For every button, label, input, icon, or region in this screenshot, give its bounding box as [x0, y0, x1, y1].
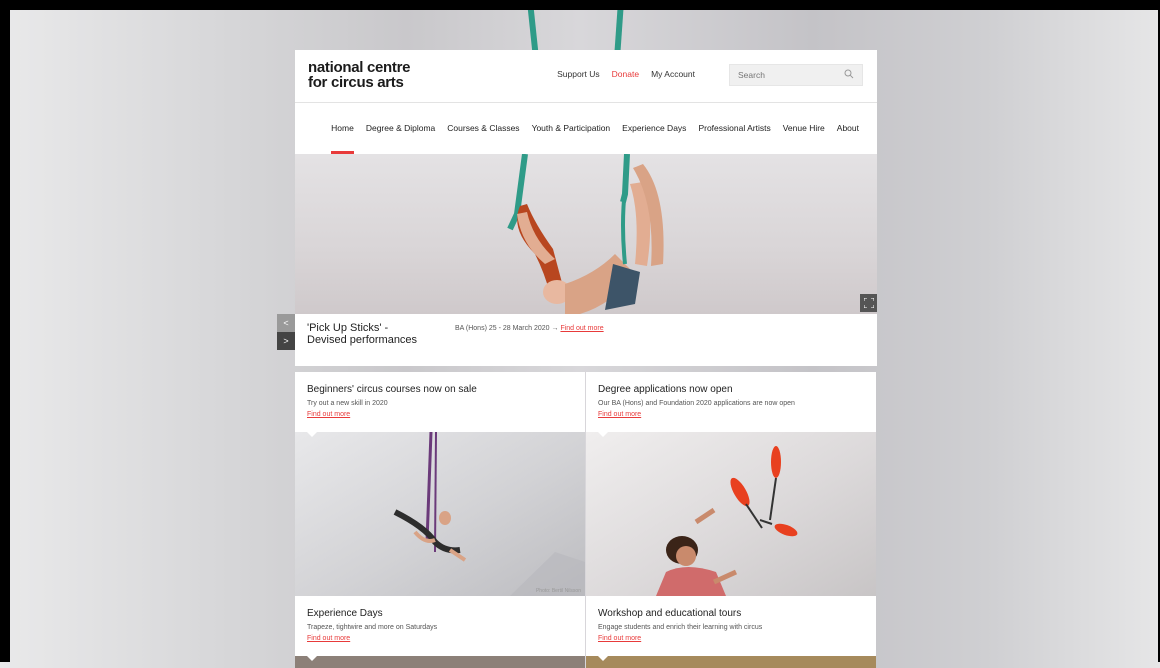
card-degree-applications: Degree applications now open Our BA (Hon…	[586, 372, 876, 437]
slide-find-out-more-link[interactable]: Find out more	[560, 325, 603, 332]
nav-youth-participation[interactable]: Youth & Participation	[532, 123, 611, 133]
hero-image	[295, 154, 877, 314]
fullscreen-button[interactable]	[860, 294, 877, 312]
slider-next-button[interactable]: >	[277, 332, 295, 350]
card-image-workshop[interactable]	[586, 656, 876, 668]
slide-title: 'Pick Up Sticks' - Devised performances	[307, 322, 418, 346]
card-experience-days: Experience Days Trapeze, tightwire and m…	[295, 596, 585, 661]
slide-caption: 'Pick Up Sticks' - Devised performances …	[295, 314, 877, 366]
nav-home[interactable]: Home	[331, 123, 354, 154]
card-workshop-tours: Workshop and educational tours Engage st…	[586, 596, 876, 661]
card-title: Experience Days	[307, 608, 383, 619]
slider-prev-button[interactable]: <	[277, 314, 295, 332]
card-link[interactable]: Find out more	[598, 635, 641, 642]
card-subtitle: Trapeze, tightwire and more on Saturdays	[307, 624, 438, 631]
my-account-link[interactable]: My Account	[651, 69, 695, 79]
nav-about[interactable]: About	[837, 123, 859, 133]
card-title: Workshop and educational tours	[598, 608, 742, 619]
slide-meta-text: BA (Hons) 25 - 28 March 2020 →	[455, 325, 561, 332]
juggler-illustration	[656, 446, 798, 596]
photo-credit: Photo: Bertil Nilsson	[535, 588, 581, 594]
card-subtitle: Our BA (Hons) and Foundation 2020 applic…	[598, 400, 795, 407]
card-title: Degree applications now open	[598, 384, 733, 395]
card-beginners-courses: Beginners' circus courses now on sale Tr…	[295, 372, 585, 437]
search-box	[729, 64, 863, 86]
slide-meta: BA (Hons) 25 - 28 March 2020 → Find out …	[455, 325, 604, 332]
background-silk	[527, 10, 539, 50]
nav-professional-artists[interactable]: Professional Artists	[698, 123, 770, 133]
logo-line-1: national centre	[308, 59, 411, 76]
nav-venue-hire[interactable]: Venue Hire	[783, 123, 825, 133]
site-container: national centre for circus arts Support …	[277, 50, 877, 668]
logo-line-2: for circus arts	[308, 74, 404, 91]
utility-links: Support Us Donate My Account	[557, 69, 695, 79]
card-link[interactable]: Find out more	[307, 635, 350, 642]
card-subtitle: Try out a new skill in 2020	[307, 400, 388, 407]
site-logo[interactable]: national centre for circus arts	[308, 59, 411, 91]
search-input[interactable]	[730, 65, 848, 85]
support-us-link[interactable]: Support Us	[557, 69, 600, 79]
nav-degree-diploma[interactable]: Degree & Diploma	[366, 123, 435, 133]
nav-experience-days[interactable]: Experience Days	[622, 123, 686, 133]
card-title: Beginners' circus courses now on sale	[307, 384, 477, 395]
search-icon[interactable]	[844, 69, 854, 79]
nav-courses-classes[interactable]: Courses & Classes	[447, 123, 519, 133]
donate-link[interactable]: Donate	[612, 69, 639, 79]
aerial-rope-illustration	[393, 432, 585, 596]
site-header: national centre for circus arts Support …	[295, 50, 877, 102]
card-image-experience[interactable]	[295, 656, 585, 668]
aerialist-illustration	[507, 154, 664, 314]
main-nav: Home Degree & Diploma Courses & Classes …	[295, 103, 877, 154]
background-silk	[614, 10, 624, 50]
card-image-juggler[interactable]	[586, 432, 876, 596]
card-image-aerial-rope[interactable]: Photo: Bertil Nilsson	[295, 432, 585, 596]
card-link[interactable]: Find out more	[307, 411, 350, 418]
card-link[interactable]: Find out more	[598, 411, 641, 418]
expand-icon	[864, 298, 874, 308]
card-subtitle: Engage students and enrich their learnin…	[598, 624, 763, 631]
